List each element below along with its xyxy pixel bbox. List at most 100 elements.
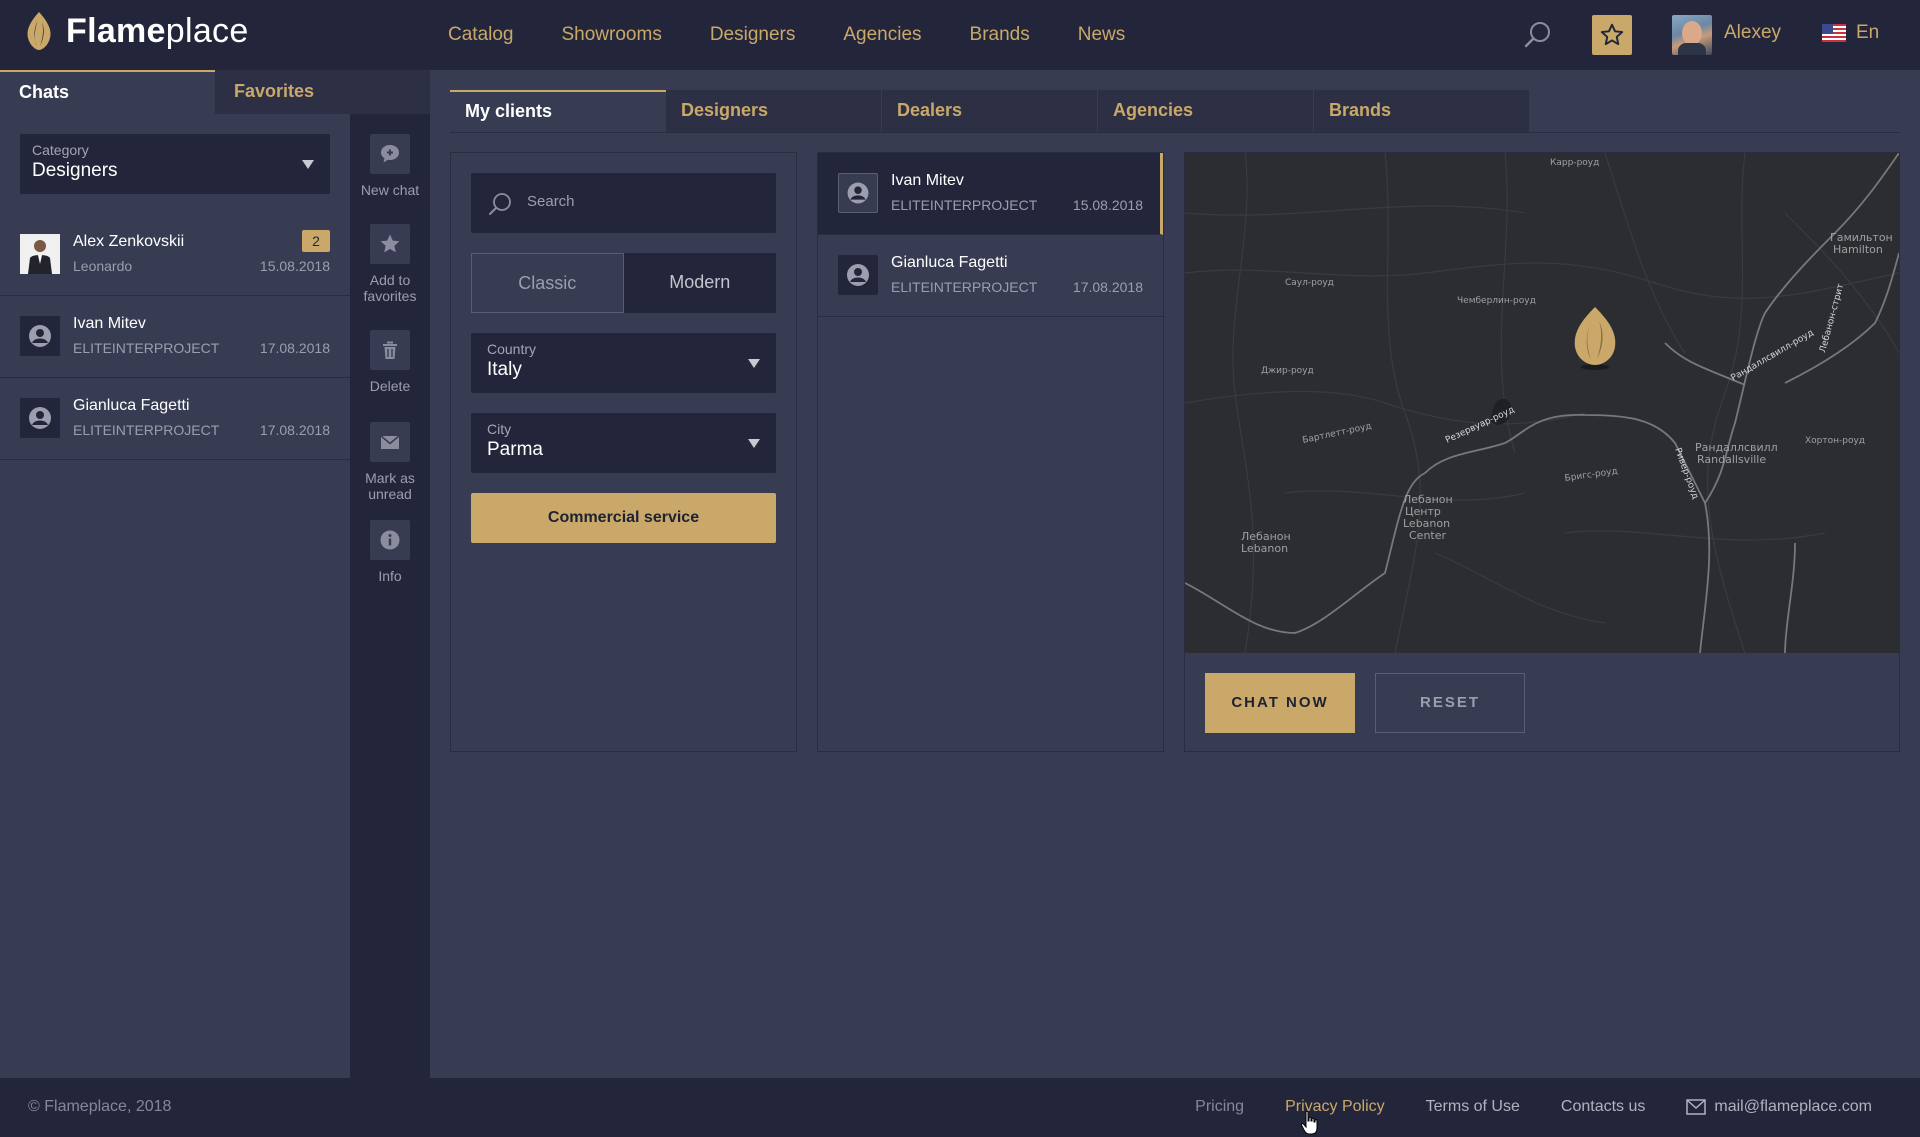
search-icon[interactable] (1522, 19, 1554, 51)
new-chat-button[interactable]: New chat (350, 134, 430, 198)
result-item[interactable]: Gianluca Fagetti ELITEINTERPROJECT 17.08… (818, 235, 1163, 317)
nav-catalog[interactable]: Catalog (448, 24, 514, 46)
user-avatar[interactable] (1672, 15, 1712, 55)
city-value: Parma (487, 439, 543, 460)
result-company: ELITEINTERPROJECT (891, 197, 1038, 213)
nav-agencies[interactable]: Agencies (843, 24, 921, 46)
svg-text:Center: Center (1409, 529, 1447, 542)
reset-button[interactable]: RESET (1375, 673, 1525, 733)
action-label: Delete (369, 378, 411, 394)
result-name: Ivan Mitev (891, 172, 964, 189)
avatar (838, 255, 878, 295)
chat-item[interactable]: Ivan Mitev ELITEINTERPROJECT 17.08.2018 (0, 296, 350, 378)
tab-my-clients[interactable]: My clients (450, 90, 666, 132)
filters-panel: Search Classic Modern Country Italy City… (450, 152, 797, 752)
svg-text:Карр-роуд: Карр-роуд (1550, 158, 1599, 168)
tab-brands[interactable]: Brands (1314, 90, 1530, 132)
user-placeholder-icon (29, 407, 51, 429)
footer-links: Pricing Privacy Policy Terms of Use Cont… (1154, 1098, 1872, 1116)
chevron-down-icon (748, 439, 760, 448)
left-tabs: Chats Favorites (0, 70, 430, 114)
commercial-service-button[interactable]: Commercial service (471, 493, 776, 543)
favorites-button[interactable] (1592, 15, 1632, 55)
avatar (838, 173, 878, 213)
terms-of-use-link[interactable]: Terms of Use (1426, 1098, 1520, 1116)
trash-icon (383, 341, 397, 359)
email-link[interactable]: mail@flameplace.com (1686, 1098, 1872, 1116)
email-address: mail@flameplace.com (1714, 1098, 1872, 1115)
svg-text:Саул-роуд: Саул-роуд (1285, 278, 1334, 288)
tab-agencies[interactable]: Agencies (1098, 90, 1314, 132)
chevron-down-icon (748, 359, 760, 368)
hand-cursor-icon (1300, 1110, 1318, 1135)
chat-name: Alex Zenkovskii (73, 233, 185, 250)
action-label: New chat (360, 182, 420, 198)
chat-item[interactable]: Alex Zenkovskii Leonardo 15.08.2018 2 (0, 214, 350, 296)
action-label: Add to favorites (363, 272, 417, 304)
tab-designers[interactable]: Designers (666, 90, 882, 132)
result-name: Gianluca Fagetti (891, 254, 1008, 271)
classic-option[interactable]: Classic (471, 253, 624, 313)
svg-text:Lebanon: Lebanon (1241, 542, 1288, 555)
city-label: City (487, 421, 512, 437)
language-selector[interactable]: En (1856, 22, 1879, 44)
tab-chats[interactable]: Chats (0, 70, 215, 114)
chevron-down-icon (302, 160, 314, 169)
result-date: 17.08.2018 (1072, 279, 1143, 295)
chat-list-panel: Category Designers Alex Zenkovskii Leona… (0, 114, 350, 1078)
logo[interactable]: Flameplace (22, 10, 249, 52)
style-toggle: Classic Modern (471, 253, 776, 313)
delete-button[interactable]: Delete (350, 330, 430, 394)
add-to-favorites-button[interactable]: Add to favorites (350, 224, 430, 304)
city-select[interactable]: City Parma (471, 413, 776, 473)
search-input[interactable]: Search (471, 173, 776, 233)
svg-text:Randallsville: Randallsville (1697, 453, 1766, 466)
map-roads: Гамильтон Hamilton Рандаллсвилл Randalls… (1185, 153, 1899, 653)
country-select[interactable]: Country Italy (471, 333, 776, 393)
logo-text: Flameplace (66, 11, 249, 50)
tab-dealers[interactable]: Dealers (882, 90, 1098, 132)
chat-item[interactable]: Gianluca Fagetti ELITEINTERPROJECT 17.08… (0, 378, 350, 460)
star-icon (380, 234, 400, 253)
country-value: Italy (487, 359, 522, 380)
nav-brands[interactable]: Brands (970, 24, 1030, 46)
country-label: Country (487, 341, 537, 357)
svg-text:Hamilton: Hamilton (1833, 243, 1883, 256)
chat-company: ELITEINTERPROJECT (73, 340, 220, 356)
mark-as-unread-button[interactable]: Mark as unread (350, 422, 430, 502)
map-pin-flame-icon (1574, 307, 1616, 370)
chat-company: Leonardo (73, 258, 133, 274)
map[interactable]: Гамильтон Hamilton Рандаллсвилл Randalls… (1185, 153, 1899, 653)
chat-bubble-icon (381, 145, 399, 163)
chat-company: ELITEINTERPROJECT (73, 422, 220, 438)
chat-date: 17.08.2018 (259, 340, 330, 356)
result-company: ELITEINTERPROJECT (891, 279, 1038, 295)
main-tabs: My clients Designers Dealers Agencies Br… (450, 90, 1530, 132)
top-header: Flameplace Catalog Showrooms Designers A… (0, 0, 1920, 70)
info-button[interactable]: Info (350, 520, 430, 584)
avatar (20, 316, 60, 356)
contacts-link[interactable]: Contacts us (1561, 1098, 1645, 1116)
chat-actions: New chat Add to favorites Delete Mark as… (350, 114, 430, 1078)
nav-news[interactable]: News (1078, 24, 1126, 46)
nav-designers[interactable]: Designers (710, 24, 796, 46)
chat-date: 17.08.2018 (259, 422, 330, 438)
chat-now-button[interactable]: CHAT NOW (1205, 673, 1355, 733)
envelope-icon (380, 435, 400, 449)
category-select[interactable]: Category Designers (20, 134, 330, 194)
user-name[interactable]: Alexey (1724, 22, 1781, 44)
modern-option[interactable]: Modern (623, 253, 776, 313)
map-panel: Гамильтон Hamilton Рандаллсвилл Randalls… (1184, 152, 1900, 752)
pricing-link[interactable]: Pricing (1195, 1098, 1244, 1116)
main-nav: Catalog Showrooms Designers Agencies Bra… (448, 0, 1173, 70)
envelope-icon (1686, 1099, 1707, 1115)
tab-favorites[interactable]: Favorites (215, 70, 430, 114)
user-placeholder-icon (29, 325, 51, 347)
user-placeholder-icon (847, 182, 869, 204)
svg-text:Хортон-роуд: Хортон-роуд (1805, 436, 1865, 446)
search-placeholder: Search (527, 193, 575, 210)
result-item[interactable]: Ivan Mitev ELITEINTERPROJECT 15.08.2018 (818, 153, 1163, 235)
avatar (20, 234, 60, 274)
nav-showrooms[interactable]: Showrooms (562, 24, 662, 46)
us-flag-icon[interactable] (1822, 24, 1846, 42)
